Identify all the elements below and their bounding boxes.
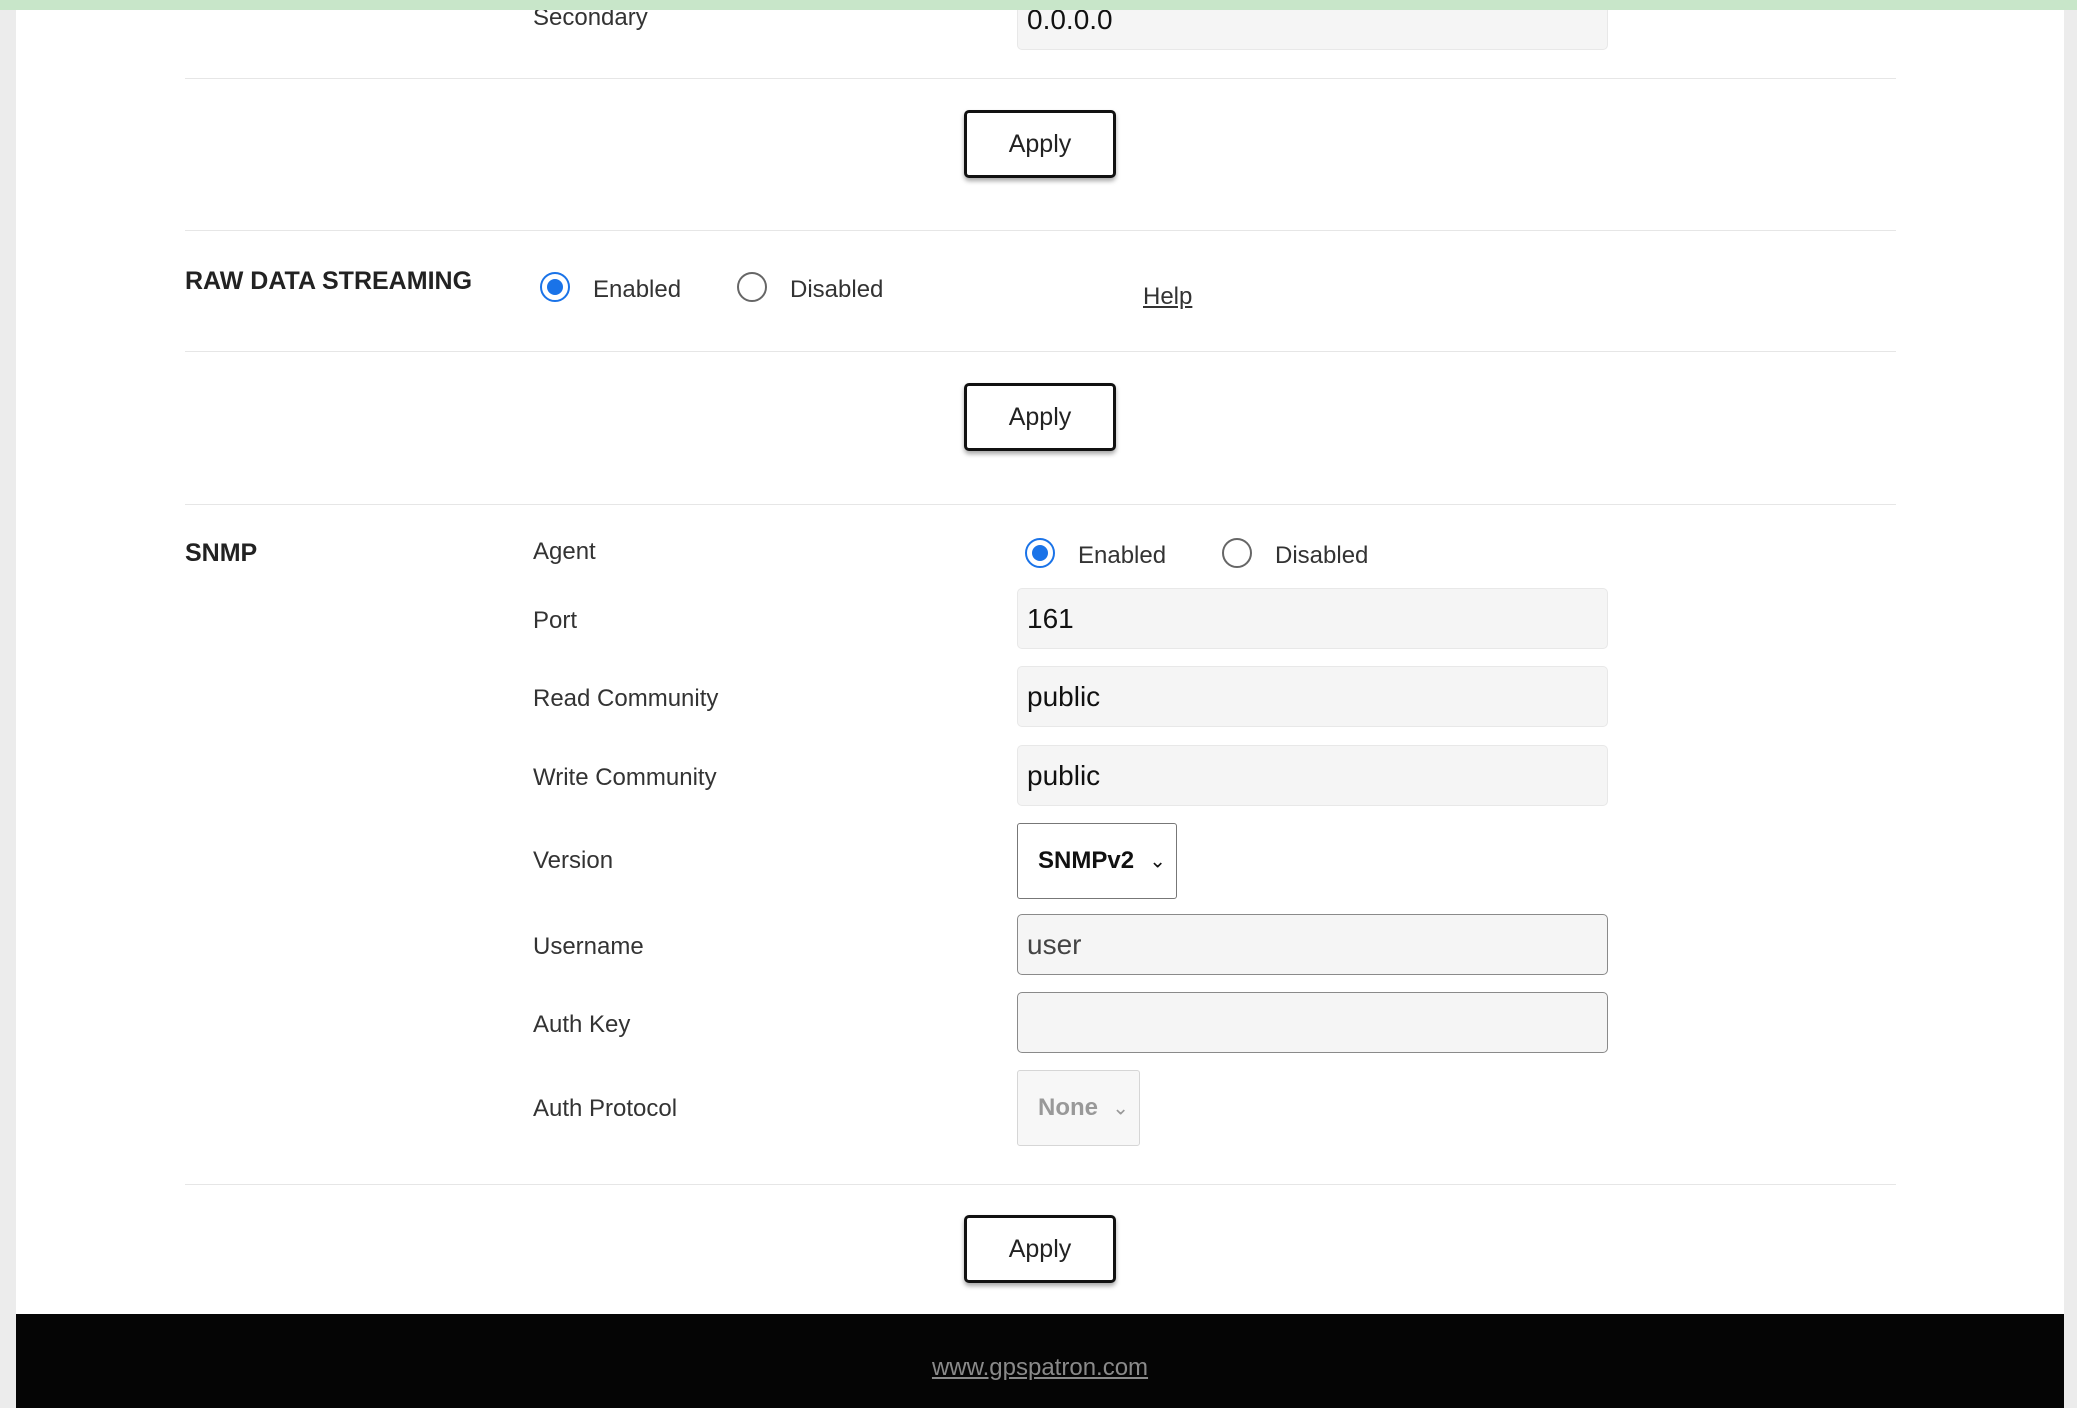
snmp-username-label: Username [533,933,644,960]
footer-website-link[interactable]: www.gpspatron.com [16,1354,2064,1382]
snmp-apply-button[interactable]: Apply [964,1215,1116,1283]
snmp-port-label: Port [533,607,578,634]
snmp-read-community-input[interactable] [1017,666,1608,727]
raw-streaming-help-link[interactable]: Help [1143,283,1192,311]
top-status-bar [0,0,2077,10]
dns-secondary-input[interactable] [1017,10,1608,50]
snmp-title: SNMP [185,539,258,567]
snmp-version-label: Version [533,847,614,874]
snmp-auth-key-label: Auth Key [533,1011,631,1038]
divider [185,230,1896,231]
divider [185,504,1896,505]
snmp-version-select[interactable]: SNMPv2 ⌄ [1017,823,1177,899]
snmp-write-community-label: Write Community [533,764,717,791]
snmp-write-community-input[interactable] [1017,745,1608,806]
snmp-auth-protocol-select[interactable]: None ⌄ [1017,1070,1140,1146]
snmp-auth-protocol-label: Auth Protocol [533,1095,678,1122]
raw-streaming-disabled-radio[interactable] [737,272,767,302]
divider [185,78,1896,79]
snmp-read-community-label: Read Community [533,685,719,712]
snmp-agent-disabled-radio[interactable] [1222,538,1252,568]
dns-apply-button[interactable]: Apply [964,110,1116,178]
snmp-agent-enabled-label: Enabled [1078,542,1167,569]
chevron-down-icon: ⌄ [1149,850,1166,873]
raw-data-streaming-title: RAW DATA STREAMING [185,267,473,295]
snmp-username-input[interactable] [1017,914,1608,975]
raw-streaming-enabled-radio[interactable] [540,272,570,302]
snmp-auth-protocol-value: None [1038,1094,1098,1121]
snmp-agent-disabled-label: Disabled [1275,542,1369,569]
divider [185,351,1896,352]
raw-streaming-apply-button[interactable]: Apply [964,383,1116,451]
raw-streaming-disabled-label: Disabled [790,276,884,303]
snmp-port-input[interactable] [1017,588,1608,649]
dns-secondary-label: Secondary [533,10,648,31]
divider [185,1184,1896,1185]
snmp-agent-label: Agent [533,538,596,565]
snmp-version-value: SNMPv2 [1038,847,1135,874]
snmp-auth-key-input[interactable] [1017,992,1608,1053]
footer: www.gpspatron.com [16,1314,2064,1408]
settings-page: Secondary Apply RAW DATA STREAMING Enabl… [16,10,2064,1408]
snmp-agent-enabled-radio[interactable] [1025,538,1055,568]
chevron-down-icon: ⌄ [1112,1097,1129,1120]
raw-streaming-enabled-label: Enabled [593,276,682,303]
